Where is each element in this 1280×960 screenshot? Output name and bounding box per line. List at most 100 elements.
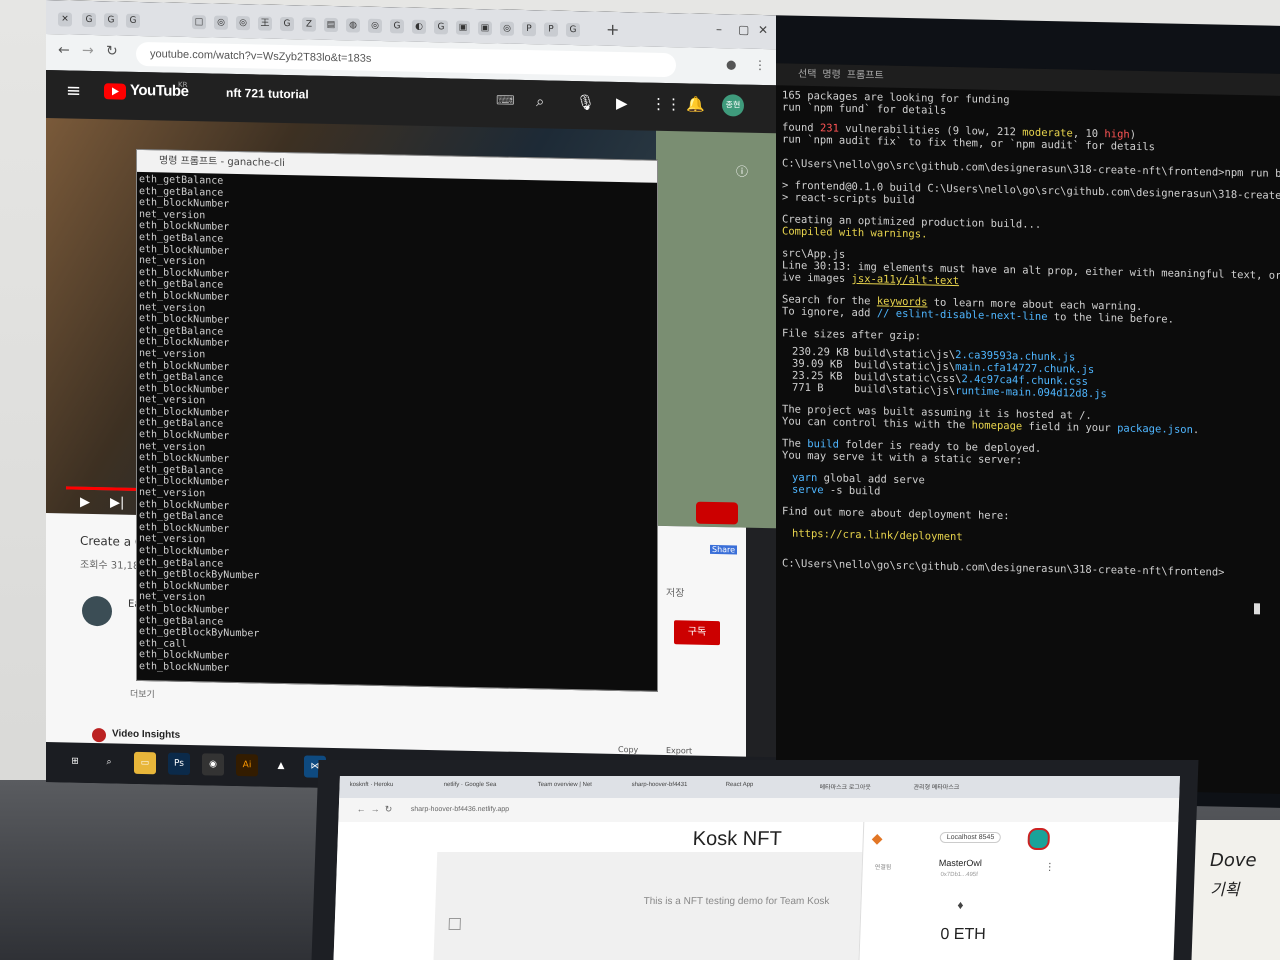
pdf-tab-icon[interactable]: □ [192,15,206,30]
info-icon[interactable]: ⓘ [736,162,748,179]
share-button[interactable]: Share [710,544,738,555]
google-tab-icon[interactable]: G [390,19,404,34]
laptop-tab[interactable]: React App [726,782,754,788]
term-line: ive images jsx-a11y/alt-text [782,271,960,288]
back-icon[interactable]: ← [357,804,366,814]
sticky-notes-icon[interactable]: ▭ [134,751,156,775]
doc-tab-icon[interactable]: 王 [258,16,272,31]
back-icon[interactable]: ← [58,42,70,58]
google-tab-icon[interactable]: G [280,16,294,32]
reload-icon[interactable]: ↻ [106,43,118,59]
google-tab-icon[interactable]: G [126,13,140,28]
photoshop-icon[interactable]: Ps [168,752,190,776]
apps-icon[interactable]: ⋮⋮ [651,95,681,114]
insights-icon [92,727,106,743]
google-tab-icon[interactable]: G [566,22,580,38]
laptop-address-bar: ← → ↻ sharp-hoover-bf4436.netlify.app [338,798,1180,822]
terminal-output: eth_getBalance eth_getBalance eth_blockNum… [139,174,639,683]
recommended-video-thumb[interactable]: ⓘ [656,130,776,529]
tab-icon[interactable]: ▤ [324,17,338,33]
tab-icon[interactable]: ▣ [478,21,492,36]
url-input[interactable]: youtube.com/watch?v=WsZyb2T83lo&t=183s [136,41,676,78]
tab-icon[interactable]: ▣ [456,20,470,35]
laptop-tab[interactable]: kosknft · Heroku [350,782,394,788]
reload-icon[interactable]: ↻ [385,804,393,815]
account-name[interactable]: MasterOwl [939,858,982,868]
search-icon[interactable]: ⌕ [536,92,544,110]
monitor-screen: ✕ G G G □ ◎ ◎ 王 G Z ▤ ◍ ◎ G ◐ G ▣ ▣ ◎ P … [46,0,1280,808]
chrome-tab-icon[interactable]: G [104,13,118,28]
play-icon[interactable]: ▶ [80,495,90,510]
windows-start-icon[interactable]: ⊞ [64,750,86,772]
tab-icon[interactable]: P [522,21,536,37]
connection-status: 연결됨 [874,865,892,871]
network-selector[interactable]: Localhost 8545 [939,832,1002,843]
keyboard-icon[interactable]: ⌨ [496,93,515,108]
hamburger-icon[interactable]: ≡ [66,80,81,101]
subscribe-button[interactable]: 구독 [674,620,720,646]
tab-icon[interactable]: P [544,22,558,37]
show-more-link[interactable]: 더보기 [130,687,155,701]
sticky-note: Dove 기획 [1190,820,1280,960]
search-input[interactable]: nft 721 tutorial [226,86,309,102]
deployment-link[interactable]: https://cra.link/deployment [792,528,963,544]
maximize-icon[interactable]: ▢ [738,22,749,36]
account-address[interactable]: 0x7Db1...495f [940,872,978,878]
create-video-icon[interactable]: ▶ [616,94,628,112]
github-tab-icon[interactable]: ◎ [500,21,514,36]
term-line: Compiled with warnings. [782,225,928,241]
build-terminal-window[interactable]: 선택 명령 프롬프트 165 packages are looking for … [776,63,1280,794]
tab-icon[interactable]: ◍ [346,18,360,33]
translate-tab-icon[interactable]: Z [302,17,316,32]
minimize-icon[interactable]: – [716,22,722,36]
term-line: > react-scripts build [782,191,915,207]
laptop-tab[interactable]: 관리형 메타마스크 [913,782,959,791]
app-icon[interactable]: ▲ [270,755,292,777]
search-icon[interactable]: ⌕ [98,751,120,773]
forward-icon[interactable]: → [371,804,380,814]
github-tab-icon[interactable]: ◎ [368,18,382,34]
github-tab-icon[interactable]: ◎ [214,15,228,30]
bell-icon[interactable]: 🔔 [686,95,705,113]
dapp-hero: This is a NFT testing demo for Team Kosk [433,852,868,960]
broken-image-icon [448,918,461,930]
chrome-icon[interactable]: ◉ [202,753,224,776]
url-input[interactable]: sharp-hoover-bf4436.netlify.app [411,806,510,813]
note-line-1: Dove [1210,850,1257,871]
new-tab-icon[interactable]: + [606,20,619,39]
chrome-tab-icon[interactable]: G [82,12,96,28]
forward-icon[interactable]: → [82,43,94,59]
save-button[interactable]: 저장 [666,584,684,599]
close-window-icon[interactable]: ✕ [758,23,768,37]
term-line: Find out more about deployment here: [782,505,1010,523]
close-tab-icon[interactable]: ✕ [58,12,72,27]
laptop-tab[interactable]: Team overview | Net [538,782,592,788]
menu-icon[interactable]: ⋮ [754,58,766,72]
term-line: C:\Users\nello\go\src\github.com\designe… [782,157,1280,181]
youtube-logo-icon[interactable] [104,83,126,100]
google-tab-icon[interactable]: G [434,20,448,35]
avatar[interactable]: 종현 [722,94,744,117]
term-line: File sizes after gzip: [782,327,922,343]
dapp-page: This is a NFT testing demo for Team Kosk… [333,822,868,960]
site-title: Kosk NFT [692,828,783,850]
cursor [1254,603,1260,615]
github-tab-icon[interactable]: ◎ [236,15,250,31]
illustrator-icon[interactable]: Ai [236,753,258,777]
kebab-menu-icon[interactable]: ⋮ [1045,862,1055,873]
ethereum-icon: ♦ [957,898,964,912]
next-icon[interactable]: ▶| [110,495,124,510]
laptop-tab[interactable]: sharp-hoover-bf4431 [632,782,688,788]
channel-avatar[interactable] [82,595,112,627]
tab-icon[interactable]: ◐ [412,19,426,34]
laptop-tab[interactable]: netlify · Google Sea [444,782,497,788]
account-avatar[interactable] [1027,828,1051,850]
tagline: This is a NFT testing demo for Team Kosk [643,896,830,907]
metamask-popup: ◆ Localhost 8545 연결됨 MasterOwl 0x7Db1...… [858,822,1065,960]
copy-button[interactable]: Copy [618,745,638,754]
mic-icon[interactable]: 🎙 [576,93,595,111]
balance: 0 ETH [940,926,987,943]
laptop-tab[interactable]: 메타마스크 로그아웃 [819,782,871,791]
ganache-terminal-window[interactable]: 명령 프롬프트 - ganache-cli eth_getBalance eth_… [136,148,658,692]
profile-icon[interactable]: ● [726,57,736,71]
